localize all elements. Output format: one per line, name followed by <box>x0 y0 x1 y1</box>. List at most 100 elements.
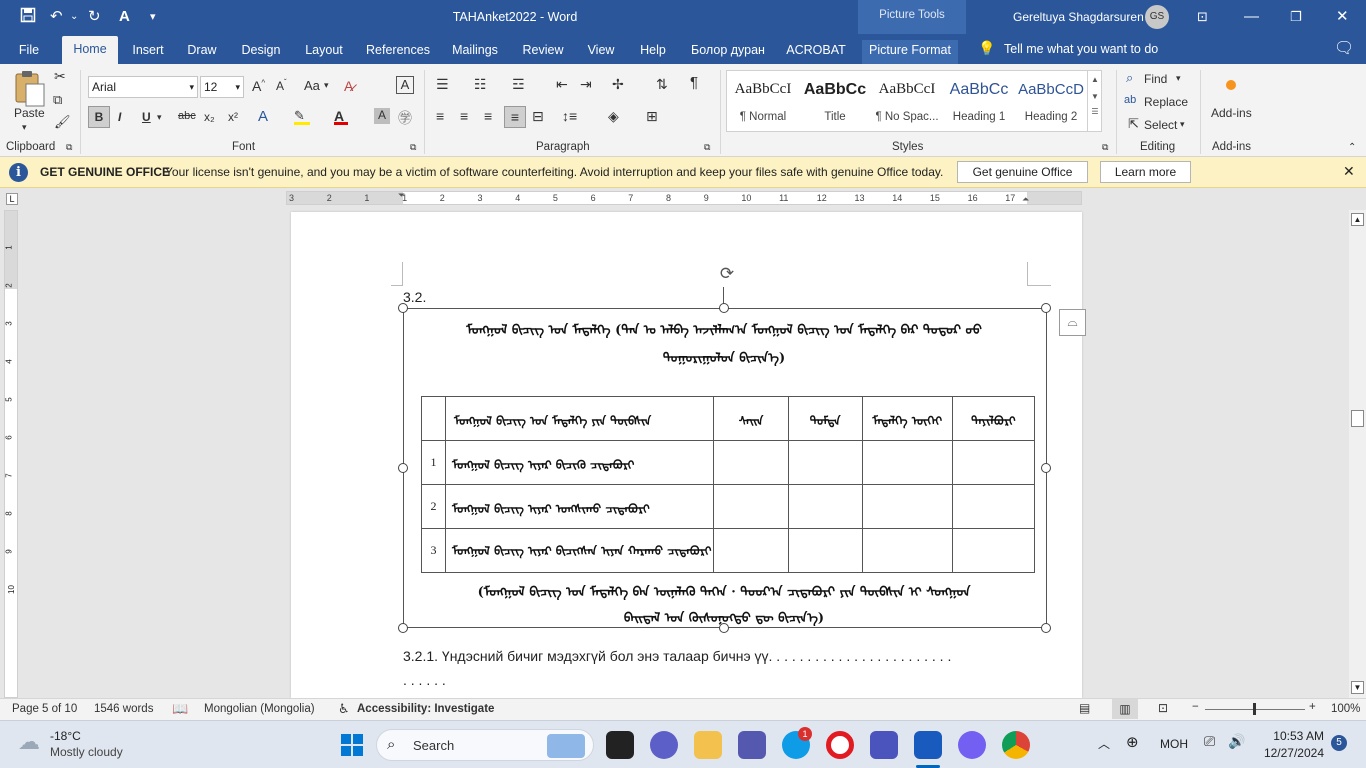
increase-indent-icon[interactable]: ⇥ <box>580 76 592 93</box>
close-icon[interactable]: ✕ <box>1343 163 1355 180</box>
windows-start-icon[interactable] <box>340 733 364 757</box>
borders-icon[interactable]: ⊞ <box>646 108 658 125</box>
tab-acrobat[interactable]: ACROBAT <box>782 40 850 64</box>
web-layout-icon[interactable]: ⊡ <box>1158 701 1168 715</box>
align-center-icon[interactable]: ≡ <box>460 108 468 124</box>
comments-icon[interactable]: 🗨 <box>1334 38 1354 58</box>
tell-me-search[interactable]: Tell me what you want to do <box>1004 42 1158 56</box>
resize-handle-s[interactable] <box>719 623 729 633</box>
volume-icon[interactable]: 🔊 <box>1228 733 1245 750</box>
close-icon[interactable]: ✕ <box>1336 7 1349 27</box>
style-title[interactable]: AaBbCc Title <box>799 71 871 131</box>
highlight-icon[interactable]: ✎ <box>294 108 310 125</box>
opera-icon[interactable] <box>826 731 854 759</box>
clock-time[interactable]: 10:53 AM <box>1272 729 1324 743</box>
underline-button[interactable]: U <box>142 110 151 124</box>
style-heading-1[interactable]: AaBbCc Heading 1 <box>943 71 1015 131</box>
superscript-button[interactable]: x² <box>228 110 238 124</box>
tab-draw[interactable]: Draw <box>182 40 222 64</box>
subscript-button[interactable]: x₂ <box>204 110 215 124</box>
paste-dropdown-icon[interactable]: ▾ <box>22 122 27 133</box>
italic-button[interactable]: I <box>118 110 121 124</box>
tab-review[interactable]: Review <box>518 40 568 64</box>
clock-date[interactable]: 12/27/2024 <box>1260 746 1324 760</box>
word-icon[interactable] <box>914 731 942 759</box>
font-size-box[interactable]: 12 ▾ <box>200 76 244 98</box>
ribbon-display-icon[interactable]: ⊡ <box>1197 7 1208 27</box>
file-explorer-icon[interactable] <box>694 731 722 759</box>
bold-button[interactable]: B <box>88 106 110 128</box>
restore-icon[interactable]: ❐ <box>1290 7 1302 27</box>
chevron-up-icon[interactable]: ︿ <box>1098 735 1110 752</box>
grow-font-icon[interactable]: A^ <box>252 78 265 94</box>
font-color-qat-icon[interactable]: A <box>119 7 130 27</box>
collapse-ribbon-icon[interactable]: ⌃ <box>1348 142 1356 153</box>
task-view-icon[interactable] <box>606 731 634 759</box>
style-no-spacing[interactable]: AaBbCcI ¶ No Spac... <box>871 71 943 131</box>
text-effects-box-icon[interactable]: A <box>396 76 414 94</box>
chevron-down-icon[interactable]: ▾ <box>157 112 162 123</box>
tab-design[interactable]: Design <box>236 40 286 64</box>
find-button[interactable]: Find <box>1144 72 1167 86</box>
resize-handle-nw[interactable] <box>398 303 408 313</box>
taskbar-search[interactable]: ⌕ Search <box>376 729 594 761</box>
customize-qat-icon[interactable]: ▾ <box>150 7 156 27</box>
undo-icon[interactable]: ↶ <box>50 7 63 27</box>
align-right-icon[interactable]: ≡ <box>484 108 492 124</box>
read-mode-icon[interactable]: ▤ <box>1079 701 1090 715</box>
numbering-icon[interactable]: ☷ <box>474 76 487 93</box>
font-color-icon[interactable]: A <box>334 108 348 125</box>
resize-handle-se[interactable] <box>1041 623 1051 633</box>
accessibility-icon[interactable]: ♿ <box>338 701 350 717</box>
addins-button[interactable]: Add-ins <box>1211 106 1252 120</box>
change-case-button[interactable]: Aa <box>304 78 320 93</box>
learn-more-button[interactable]: Learn more <box>1100 161 1191 183</box>
shrink-font-icon[interactable]: Aˇ <box>276 78 287 93</box>
tab-layout[interactable]: Layout <box>300 40 348 64</box>
zoom-out-icon[interactable]: − <box>1192 701 1199 713</box>
tab-help[interactable]: Help <box>634 40 672 64</box>
chrome-icon[interactable] <box>1002 731 1030 759</box>
page-count[interactable]: Page 5 of 10 <box>12 703 77 715</box>
accessibility-status[interactable]: Accessibility: Investigate <box>357 703 494 715</box>
zoom-level[interactable]: 100% <box>1331 703 1360 715</box>
avatar[interactable]: GS <box>1145 5 1169 29</box>
resize-handle-e[interactable] <box>1041 463 1051 473</box>
line-spacing-icon[interactable]: ↕≡ <box>562 108 577 124</box>
replace-icon[interactable]: ab <box>1124 94 1136 106</box>
user-name[interactable]: Gereltuya Shagdarsuren <box>1013 10 1144 24</box>
undo-dropdown-icon[interactable]: ⌄ <box>70 7 78 27</box>
document-page[interactable]: 3.2. ᠮᠣᠩᠭᠣᠯ ᠪᠢᠴᠢᠭ ᠤᠨ ᠮᠡᠳᠡᠯᠭᠡ (ᠲᠠᠨ ᠤ ᠠᠯᠪᠠ… <box>291 212 1086 698</box>
distributed-icon[interactable]: ⊟ <box>532 108 544 125</box>
rotate-handle-icon[interactable]: ⟳ <box>716 264 738 286</box>
tab-insert[interactable]: Insert <box>126 40 170 64</box>
print-layout-icon[interactable]: ▥ <box>1112 699 1138 719</box>
indent-marker-icon[interactable]: ⏷ <box>398 190 405 201</box>
minimize-icon[interactable]: — <box>1244 7 1259 27</box>
display-icon[interactable]: ⎚ <box>1204 733 1215 750</box>
paste-button[interactable]: Paste <box>14 106 45 120</box>
right-indent-marker-icon[interactable]: ⏶ <box>1022 194 1029 205</box>
cloud-icon[interactable]: ☁ <box>18 729 40 755</box>
weather-temp[interactable]: -18°C <box>50 729 81 743</box>
resize-handle-w[interactable] <box>398 463 408 473</box>
bullets-icon[interactable]: ☰ <box>436 76 449 93</box>
paragraph-launcher-icon[interactable]: ⧉ <box>704 142 710 153</box>
notification-badge[interactable]: 5 <box>1331 735 1347 751</box>
text-direction-icon[interactable]: ✢ <box>612 76 624 93</box>
tab-mailings[interactable]: Mailings <box>446 40 504 64</box>
zoom-in-icon[interactable]: + <box>1309 701 1316 713</box>
strikethrough-button[interactable]: abc <box>178 110 196 122</box>
input-language[interactable]: МОН <box>1160 737 1188 751</box>
resize-handle-n[interactable] <box>719 303 729 313</box>
chevron-down-icon[interactable]: ▾ <box>1176 73 1181 84</box>
multilevel-list-icon[interactable]: ☲ <box>512 76 525 93</box>
tab-home[interactable]: Home <box>62 36 118 64</box>
redo-icon[interactable]: ↻ <box>88 7 101 27</box>
chevron-down-icon[interactable]: ▾ <box>324 80 329 91</box>
weather-desc[interactable]: Mostly cloudy <box>50 745 123 759</box>
align-left-icon[interactable]: ≡ <box>436 108 444 124</box>
tab-references[interactable]: References <box>362 40 434 64</box>
vertical-scrollbar[interactable]: ▲ ▼ <box>1349 210 1366 698</box>
language-status[interactable]: Mongolian (Mongolia) <box>204 703 315 715</box>
